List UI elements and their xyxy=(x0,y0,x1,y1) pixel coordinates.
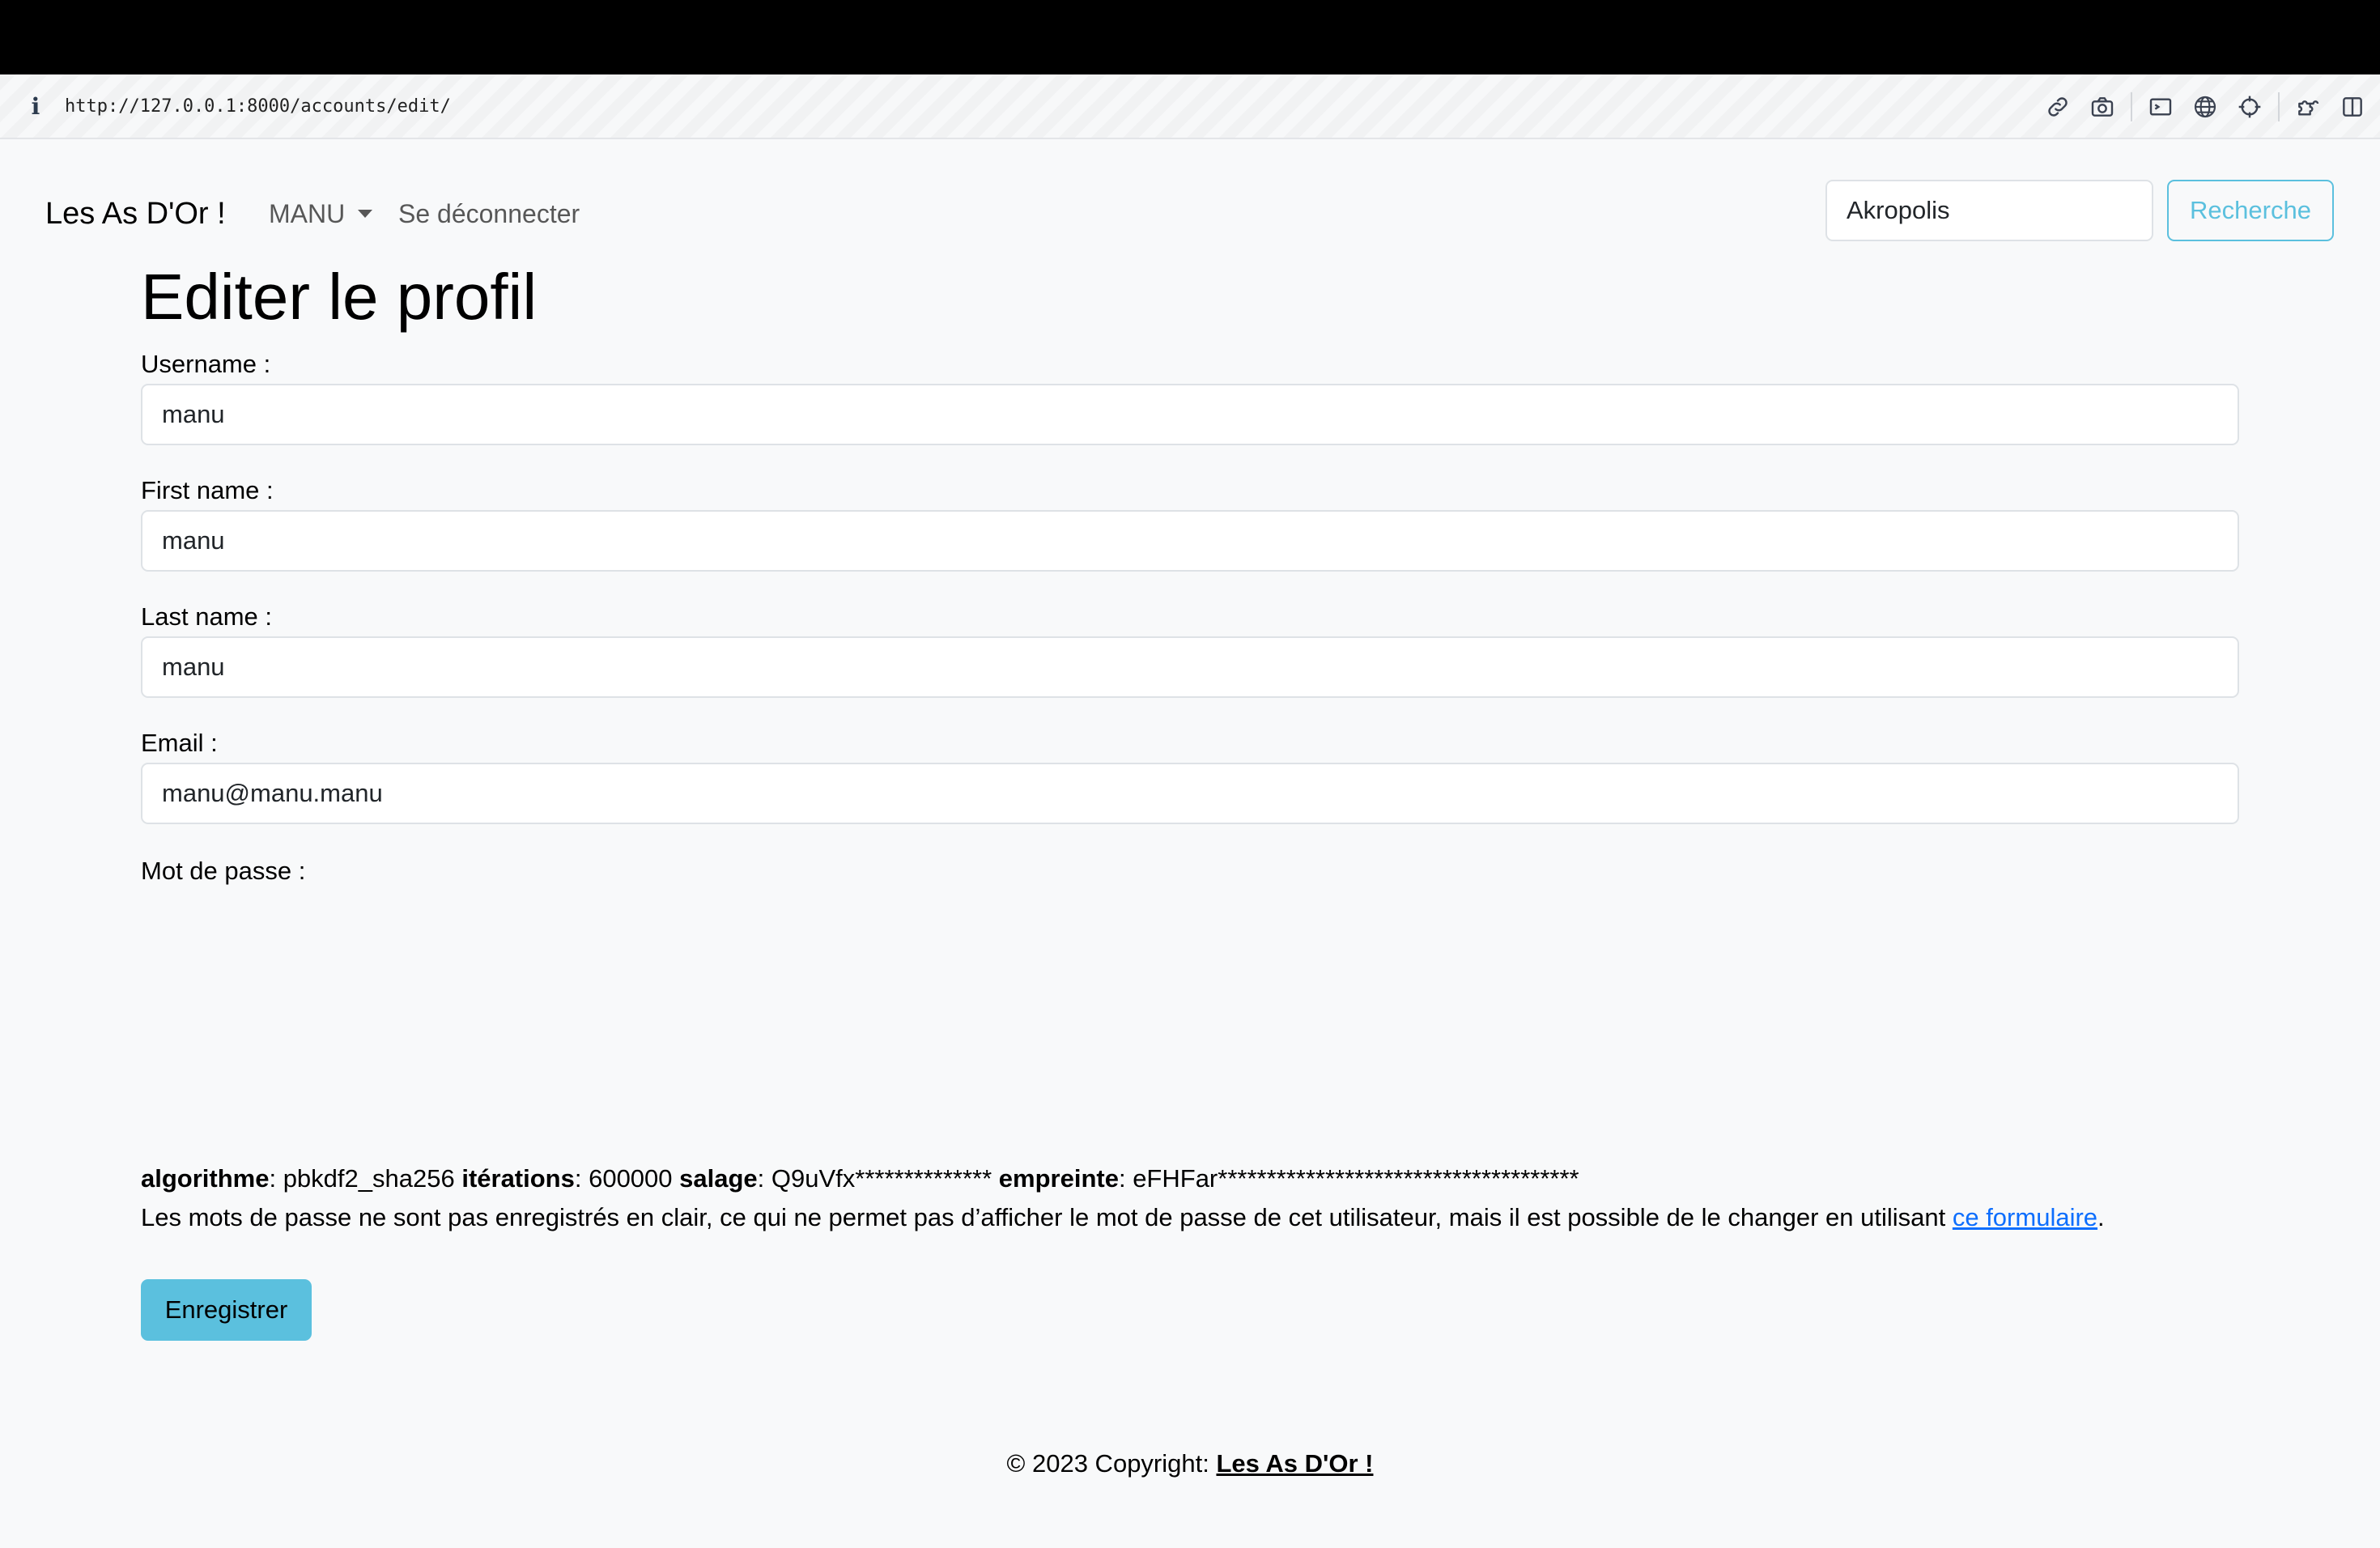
brand-link[interactable]: Les As D'Or ! xyxy=(45,191,226,236)
password-hash-summary: algorithme: pbkdf2_sha256 itérations: 60… xyxy=(141,1161,1579,1197)
footer-brand-link[interactable]: Les As D'Or ! xyxy=(1216,1449,1373,1478)
link-icon[interactable] xyxy=(2042,91,2074,123)
copyright-text: © 2023 Copyright: xyxy=(1006,1449,1217,1478)
email-label: Email : xyxy=(141,729,218,757)
iterations-label: itérations xyxy=(461,1164,575,1193)
salt-label: salage xyxy=(679,1164,758,1193)
crosshair-icon[interactable] xyxy=(2233,91,2266,123)
page-footer: © 2023 Copyright: Les As D'Or ! xyxy=(0,1446,2380,1482)
search-button[interactable]: Recherche xyxy=(2167,180,2334,241)
toolbar-separator xyxy=(2131,92,2132,121)
last-name-field[interactable] xyxy=(141,636,2239,698)
hash-value: : eFHFar********************************… xyxy=(1118,1164,1579,1193)
last-name-label: Last name : xyxy=(141,602,272,631)
password-label: Mot de passe : xyxy=(141,857,306,885)
save-button[interactable]: Enregistrer xyxy=(141,1279,312,1341)
toolbar-separator xyxy=(2278,92,2280,121)
browser-url-bar: i http://127.0.0.1:8000/accounts/edit/ xyxy=(0,74,2380,139)
info-icon[interactable]: i xyxy=(28,91,44,123)
camera-icon[interactable] xyxy=(2086,91,2119,123)
email-field[interactable] xyxy=(141,763,2239,824)
hash-label: empreinte xyxy=(998,1164,1119,1193)
extension-icon[interactable] xyxy=(2292,91,2324,123)
sidebar-icon[interactable] xyxy=(2336,91,2369,123)
page-title: Editer le profil xyxy=(141,261,538,333)
caret-down-icon xyxy=(358,210,373,218)
window-top-bar xyxy=(0,0,2380,74)
password-help-end: . xyxy=(2097,1203,2105,1231)
algorithm-value: : pbkdf2_sha256 xyxy=(269,1164,462,1193)
first-name-field[interactable] xyxy=(141,510,2239,572)
globe-icon[interactable] xyxy=(2189,91,2221,123)
logout-link[interactable]: Se déconnecter xyxy=(398,191,580,236)
password-help-message: Les mots de passe ne sont pas enregistré… xyxy=(141,1203,1953,1231)
user-menu-dropdown[interactable]: MANU xyxy=(269,191,373,236)
password-change-link[interactable]: ce formulaire xyxy=(1953,1203,2097,1231)
terminal-icon[interactable] xyxy=(2144,91,2177,123)
salt-value: : Q9uVfx************** xyxy=(757,1164,999,1193)
iterations-value: : 600000 xyxy=(574,1164,680,1193)
user-menu-label: MANU xyxy=(269,199,346,228)
browser-toolbar-icons xyxy=(2029,91,2369,123)
username-field[interactable] xyxy=(141,384,2239,445)
algorithm-label: algorithme xyxy=(141,1164,270,1193)
url-text[interactable]: http://127.0.0.1:8000/accounts/edit/ xyxy=(65,91,451,123)
first-name-label: First name : xyxy=(141,476,274,504)
search-input[interactable] xyxy=(1825,180,2153,241)
password-help-text: Les mots de passe ne sont pas enregistré… xyxy=(141,1200,2105,1235)
username-label: Username : xyxy=(141,350,271,378)
